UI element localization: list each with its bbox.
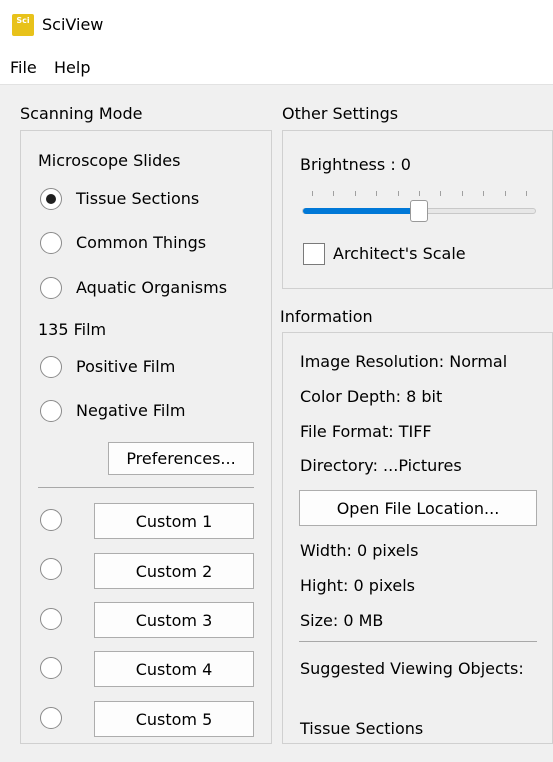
radio-positive-film[interactable] [40,356,62,378]
label-tissue-sections: Tissue Sections [76,189,200,208]
custom-4-button[interactable]: Custom 4 [94,651,254,687]
slider-tick [312,191,313,196]
preferences-button[interactable]: Preferences... [108,442,254,475]
slider-tick [504,191,506,196]
label-positive-film: Positive Film [76,357,176,376]
radio-custom-4[interactable] [40,657,62,679]
sciview-logo-icon: Sci [12,14,34,36]
slider-tick [376,191,378,196]
radio-aquatic-organisms[interactable] [40,277,62,299]
menu-file[interactable]: File [10,58,37,77]
radio-custom-2[interactable] [40,558,62,580]
scanning-mode-title: Scanning Mode [20,104,143,123]
height-text: Hight: 0 pixels [300,576,415,595]
menu-help[interactable]: Help [54,58,90,77]
label-negative-film: Negative Film [76,401,186,420]
other-settings-title: Other Settings [282,104,399,123]
slider-tick [419,191,420,196]
suggested-viewing-title: Suggested Viewing Objects: [300,659,524,678]
film-heading: 135 Film [38,320,107,339]
information-title: Information [280,307,373,326]
label-aquatic-organisms: Aquatic Organisms [76,278,228,297]
open-file-location-button[interactable]: Open File Location... [299,490,537,526]
radio-tissue-sections[interactable] [40,188,62,210]
size-text: Size: 0 MB [300,611,384,630]
slider-tick [526,191,527,196]
radio-negative-film[interactable] [40,400,62,422]
slider-tick [354,191,356,196]
info-divider [299,641,537,642]
image-resolution-text: Image Resolution: Normal [300,352,508,371]
custom-1-button[interactable]: Custom 1 [94,503,254,539]
window-title: SciView [42,15,104,34]
microscope-slides-heading: Microscope Slides [38,151,181,170]
suggested-viewing-value: Tissue Sections [300,719,424,738]
menu-bar: File Help [0,52,553,85]
color-depth-text: Color Depth: 8 bit [300,387,443,406]
radio-custom-5[interactable] [40,707,62,729]
custom-3-button[interactable]: Custom 3 [94,602,254,638]
brightness-slider-fill [303,208,420,214]
custom-2-button[interactable]: Custom 2 [94,553,254,589]
radio-custom-1[interactable] [40,509,62,531]
architects-scale-checkbox[interactable] [303,243,325,265]
slider-tick [333,191,335,196]
slider-tick [397,191,399,196]
file-format-text: File Format: TIFF [300,422,432,441]
title-bar: Sci SciView [0,0,553,52]
divider [38,487,254,488]
slider-tick [461,191,463,196]
width-text: Width: 0 pixels [300,541,419,560]
slider-tick [440,191,442,196]
slider-tick [483,191,485,196]
radio-common-things[interactable] [40,232,62,254]
brightness-slider-thumb[interactable] [410,200,428,222]
directory-text: Directory: ...Pictures [300,456,462,475]
brightness-label: Brightness : 0 [300,155,411,174]
label-common-things: Common Things [76,233,207,252]
custom-5-button[interactable]: Custom 5 [94,701,254,737]
architects-scale-label: Architect's Scale [333,244,466,263]
radio-custom-3[interactable] [40,608,62,630]
